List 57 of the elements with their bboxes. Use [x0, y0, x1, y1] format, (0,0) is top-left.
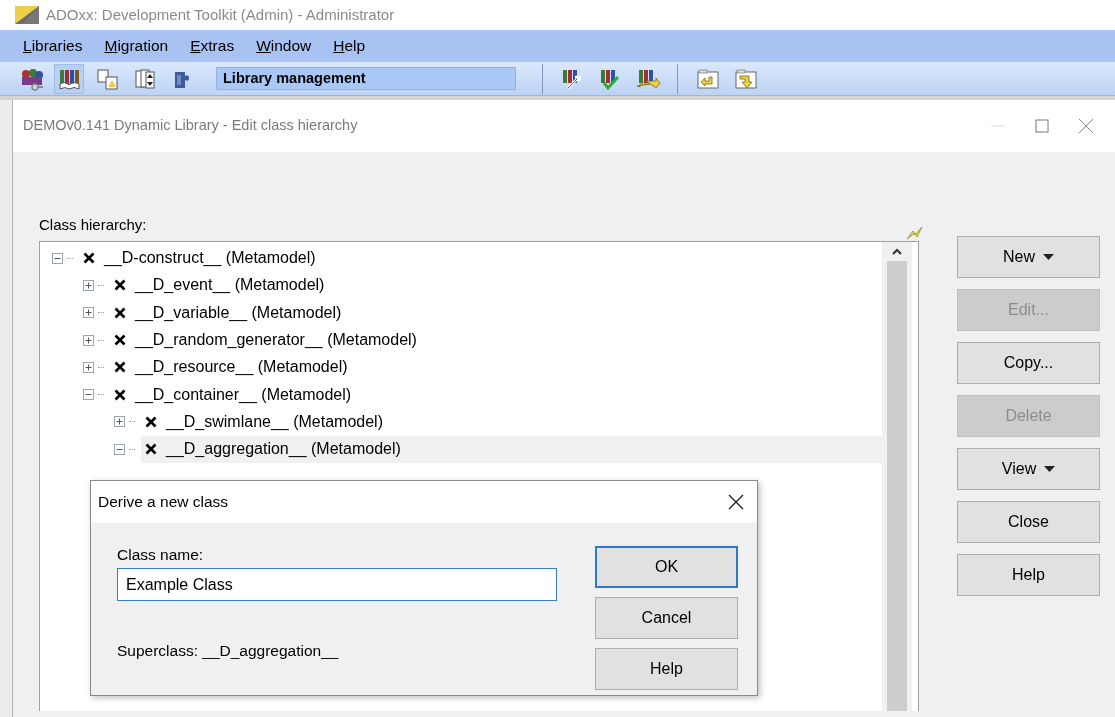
tree-item[interactable]: __D_resource__ (Metamodel): [110, 353, 882, 381]
cross-icon: [83, 252, 95, 265]
button[interactable]: OK: [595, 546, 738, 588]
cross-icon: [114, 306, 126, 319]
caret-icon: [1044, 466, 1056, 472]
input-field[interactable]: Example Class: [117, 568, 557, 602]
expand-icon[interactable]: [114, 416, 125, 428]
superclass-text: Superclass: __D_aggregation__: [117, 641, 340, 662]
window-title: DEMOv0.141 Dynamic Library - Edit class hierarchy: [23, 116, 359, 136]
tree-item[interactable]: __D-construct__ (Metamodel): [79, 244, 882, 272]
documents-icon: [94, 66, 120, 91]
button[interactable]: View: [957, 448, 1100, 490]
button[interactable]: Copy...: [957, 342, 1100, 384]
cross-icon: [114, 279, 126, 292]
tree-item[interactable]: __D_aggregation__ (Metamodel): [141, 435, 882, 463]
cross-icon: [114, 388, 126, 401]
cross-icon: [114, 361, 126, 374]
field-label: Class hierarchy:: [39, 215, 147, 235]
mode-label: Library management: [216, 67, 516, 90]
close-icon[interactable]: [727, 493, 745, 511]
menu-item[interactable]: Migration: [103, 34, 170, 58]
button[interactable]: Help: [595, 648, 738, 690]
scrollbar-thumb[interactable]: [887, 260, 907, 711]
folder-arrow-down-icon: [732, 66, 758, 91]
collapse-icon[interactable]: [114, 443, 125, 455]
field-label: Class name:: [117, 545, 205, 565]
collapse-icon[interactable]: [83, 389, 94, 401]
expand-icon[interactable]: [83, 334, 94, 346]
menu-item[interactable]: Window: [255, 34, 313, 58]
scrollbar[interactable]: [882, 241, 912, 711]
tree-item[interactable]: __D_variable__ (Metamodel): [110, 299, 882, 327]
dialog-title: Derive a new class: [98, 492, 229, 513]
toolbar-button[interactable]: [54, 63, 84, 94]
folder-arrow-left-icon: [694, 66, 720, 91]
button[interactable]: New: [957, 236, 1100, 278]
tree-item[interactable]: __D_swimlane__ (Metamodel): [141, 408, 882, 436]
cross-icon: [145, 443, 157, 456]
button[interactable]: Help: [957, 554, 1100, 596]
cross-icon: [145, 415, 157, 428]
app-logo-icon: [14, 4, 40, 26]
menu-item[interactable]: Extras: [189, 34, 236, 58]
expand-icon[interactable]: [83, 307, 94, 319]
menu-item[interactable]: Help: [332, 34, 367, 58]
scroll-up-icon[interactable]: [892, 247, 902, 255]
cards-icon: [132, 66, 158, 91]
tree-item[interactable]: __D_random_generator__ (Metamodel): [110, 326, 882, 354]
expand-icon[interactable]: [83, 361, 94, 373]
menu-item[interactable]: Libraries: [22, 34, 84, 58]
caret-icon: [1043, 254, 1054, 260]
window-title: ADOxx: Development Toolkit (Admin) - Administrator: [46, 4, 395, 25]
tree-item[interactable]: __D_container__ (Metamodel): [110, 381, 882, 409]
cross-icon: [114, 334, 126, 347]
collapse-icon[interactable]: [52, 252, 63, 264]
expand-icon[interactable]: [83, 279, 94, 291]
button[interactable]: Close: [957, 501, 1100, 543]
button[interactable]: Cancel: [595, 597, 738, 639]
tree-item[interactable]: __D_event__ (Metamodel): [110, 271, 882, 300]
